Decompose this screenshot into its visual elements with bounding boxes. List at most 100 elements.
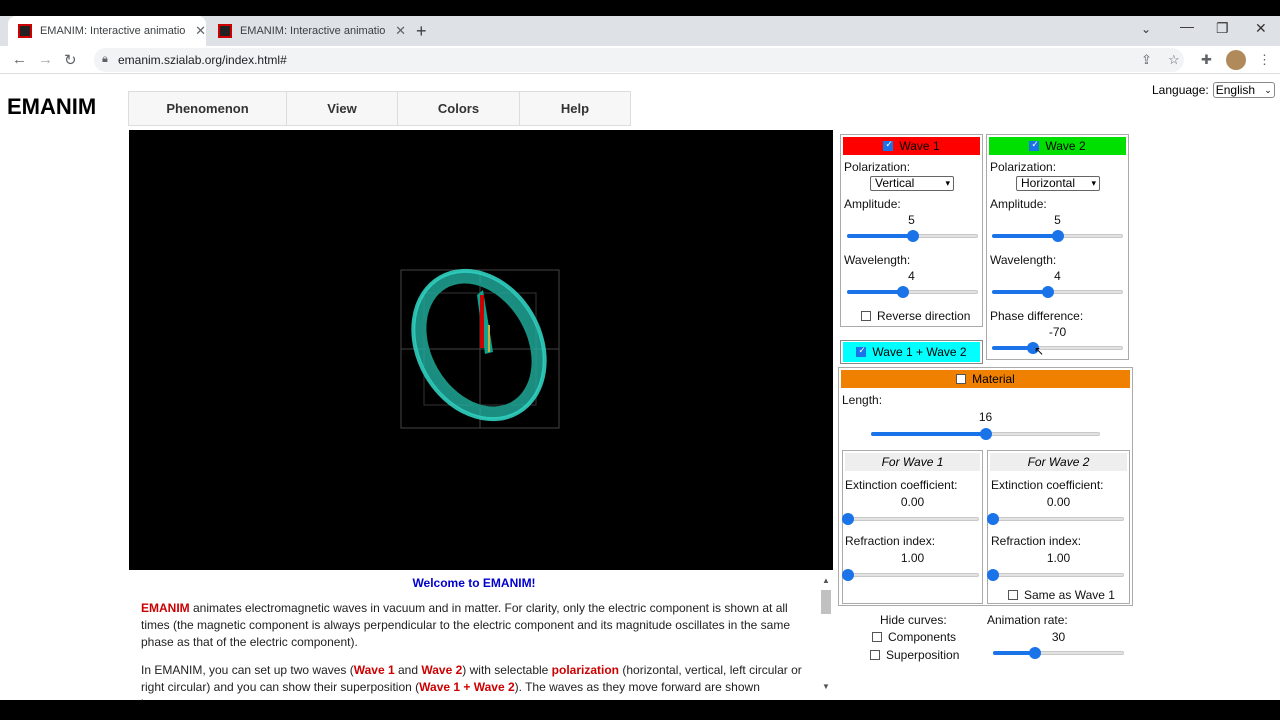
close-icon[interactable]: ✕ xyxy=(395,23,406,39)
kebab-menu-icon[interactable]: ⋮ xyxy=(1258,52,1271,68)
browser-tab[interactable]: EMANIM: Interactive animation o ✕ xyxy=(208,16,406,46)
back-icon[interactable]: ← xyxy=(12,51,27,68)
wave1-amplitude-value: 5 xyxy=(908,213,915,227)
wave2-amplitude-value: 5 xyxy=(1054,213,1061,227)
minimize-icon[interactable]: — xyxy=(1180,18,1194,34)
scroll-thumb[interactable] xyxy=(821,590,831,614)
wave2-wavelength-value: 4 xyxy=(1054,269,1061,283)
wave1-refraction-slider[interactable] xyxy=(842,568,979,582)
p2-text-c: ) with selectable xyxy=(462,663,552,677)
reload-icon[interactable]: ↻ xyxy=(64,51,77,69)
superposition-label: Wave 1 + Wave 2 xyxy=(872,345,967,359)
welcome-text-panel[interactable]: Welcome to EMANIM! EMANIM animates elect… xyxy=(129,570,833,700)
material-checkbox[interactable] xyxy=(956,374,967,384)
main-menu: Phenomenon View Colors Help xyxy=(128,91,631,126)
wave1-checkbox[interactable] xyxy=(883,139,894,151)
menu-phenomenon[interactable]: Phenomenon xyxy=(129,92,287,125)
wave1-label: Wave 1 xyxy=(899,139,940,153)
new-tab-button[interactable]: + xyxy=(412,16,436,46)
wave1-extinction-value: 0.00 xyxy=(900,495,925,509)
wave2-polarization-value: Horizontal xyxy=(1021,176,1076,190)
window-close-icon[interactable]: ✕ xyxy=(1255,20,1267,37)
wave2-checkbox[interactable] xyxy=(1029,139,1040,151)
wave2-amplitude-slider[interactable] xyxy=(992,229,1123,243)
profile-avatar[interactable] xyxy=(1226,50,1246,70)
hide-components-option[interactable]: Components xyxy=(872,630,956,644)
same-as-wave1-option[interactable]: Same as Wave 1 xyxy=(1008,588,1115,602)
bookmark-star-icon[interactable]: ☆ xyxy=(1168,52,1180,68)
wave2-wavelength-slider[interactable] xyxy=(992,285,1123,299)
wave2-extinction-slider[interactable] xyxy=(987,512,1124,526)
restore-icon[interactable]: ❐ xyxy=(1216,20,1229,37)
url-field[interactable]: 🔒︎ emanim.szialab.org/index.html# xyxy=(94,48,1184,72)
text-scrollbar[interactable]: ▲ ▼ xyxy=(819,576,833,694)
material-label: Material xyxy=(972,372,1015,386)
p2-wave1: Wave 1 xyxy=(353,663,395,677)
close-icon[interactable]: ✕ xyxy=(195,23,206,39)
hide-components-checkbox[interactable] xyxy=(872,632,882,642)
for-wave1-title: For Wave 1 xyxy=(845,453,980,471)
material-panel: Material Length: 16 For Wave 1 Extinctio… xyxy=(838,367,1133,606)
wave1-amplitude-slider[interactable] xyxy=(847,229,978,243)
same-as-wave1-checkbox[interactable] xyxy=(1008,590,1018,600)
tab-bar: EMANIM: Interactive animation o ✕ EMANIM… xyxy=(0,16,1280,46)
wave2-polarization-select[interactable]: Horizontal ▾ xyxy=(1016,176,1100,191)
language-select[interactable]: English ⌄ xyxy=(1212,82,1275,98)
wave1-refraction-label: Refraction index: xyxy=(845,534,936,548)
wave1-polarization-select[interactable]: Vertical ▾ xyxy=(870,176,954,191)
share-icon[interactable]: ⇪ xyxy=(1141,52,1152,68)
scroll-down-icon[interactable]: ▼ xyxy=(822,682,830,691)
scroll-up-icon[interactable]: ▲ xyxy=(822,576,830,585)
hide-curves-label: Hide curves: xyxy=(880,613,947,627)
for-wave2-panel: For Wave 2 Extinction coefficient: 0.00 … xyxy=(987,450,1130,604)
window-top-bar xyxy=(0,0,1280,16)
animation-rate-slider[interactable] xyxy=(993,646,1124,660)
tab-search-icon[interactable]: ⌄ xyxy=(1141,22,1151,36)
phase-difference-value: -70 xyxy=(1048,325,1067,339)
wave2-polarization-label: Polarization: xyxy=(990,160,1057,174)
wave2-header: Wave 2 xyxy=(989,137,1126,155)
wave2-refraction-label: Refraction index: xyxy=(991,534,1082,548)
wave2-refraction-slider[interactable] xyxy=(987,568,1124,582)
forward-icon[interactable]: → xyxy=(38,51,53,68)
reverse-direction-checkbox[interactable] xyxy=(861,311,871,321)
length-label: Length: xyxy=(842,393,883,407)
wave1-extinction-slider[interactable] xyxy=(842,512,979,526)
menu-view[interactable]: View xyxy=(287,92,398,125)
wave1-header: Wave 1 xyxy=(843,137,980,155)
superposition-ellipse xyxy=(411,268,547,422)
wave1-panel: Wave 1 Polarization: Vertical ▾ Amplitud… xyxy=(840,134,983,327)
animation-rate-value: 30 xyxy=(1051,630,1066,644)
wave2-panel: Wave 2 Polarization: Horizontal ▾ Amplit… xyxy=(986,134,1129,360)
menu-colors[interactable]: Colors xyxy=(398,92,520,125)
extensions-icon[interactable]: ✚ xyxy=(1201,52,1212,68)
browser-tab-active[interactable]: EMANIM: Interactive animation o ✕ xyxy=(8,16,206,46)
phase-difference-slider[interactable] xyxy=(992,341,1123,355)
hide-superposition-checkbox[interactable] xyxy=(870,650,880,660)
animation-canvas[interactable] xyxy=(129,130,833,570)
hide-superposition-option[interactable]: Superposition xyxy=(870,648,959,662)
for-wave1-panel: For Wave 1 Extinction coefficient: 0.00 … xyxy=(842,450,983,604)
menu-help[interactable]: Help xyxy=(520,92,630,125)
length-slider[interactable] xyxy=(871,427,1100,441)
superposition-checkbox[interactable] xyxy=(856,345,867,357)
chevron-down-icon: ▾ xyxy=(1091,178,1096,188)
waves-paragraph: In EMANIM, you can set up two waves (Wav… xyxy=(141,662,807,700)
window-bottom-bar xyxy=(0,700,1280,720)
p2-text-a: In EMANIM, you can set up two waves ( xyxy=(141,663,354,677)
reverse-direction-option[interactable]: Reverse direction xyxy=(861,309,970,323)
page-content: EMANIM Phenomenon View Colors Help Langu… xyxy=(0,74,1280,700)
length-value: 16 xyxy=(978,410,993,424)
language-selector: Language: English ⌄ xyxy=(1152,82,1275,98)
intro-text: animates electromagnetic waves in vacuum… xyxy=(141,601,791,649)
superposition-panel: Wave 1 + Wave 2 xyxy=(840,340,983,364)
chevron-down-icon: ▾ xyxy=(945,178,950,188)
intro-paragraph: EMANIM animates electromagnetic waves in… xyxy=(141,600,807,651)
phase-difference-label: Phase difference: xyxy=(990,309,1084,323)
p2-polarization: polarization xyxy=(551,663,620,677)
wave1-wavelength-slider[interactable] xyxy=(847,285,978,299)
lock-icon[interactable]: 🔒︎ xyxy=(102,53,108,66)
wave-visualization xyxy=(400,268,560,429)
wave2-label: Wave 2 xyxy=(1045,139,1086,153)
hide-components-label: Components xyxy=(888,630,957,644)
